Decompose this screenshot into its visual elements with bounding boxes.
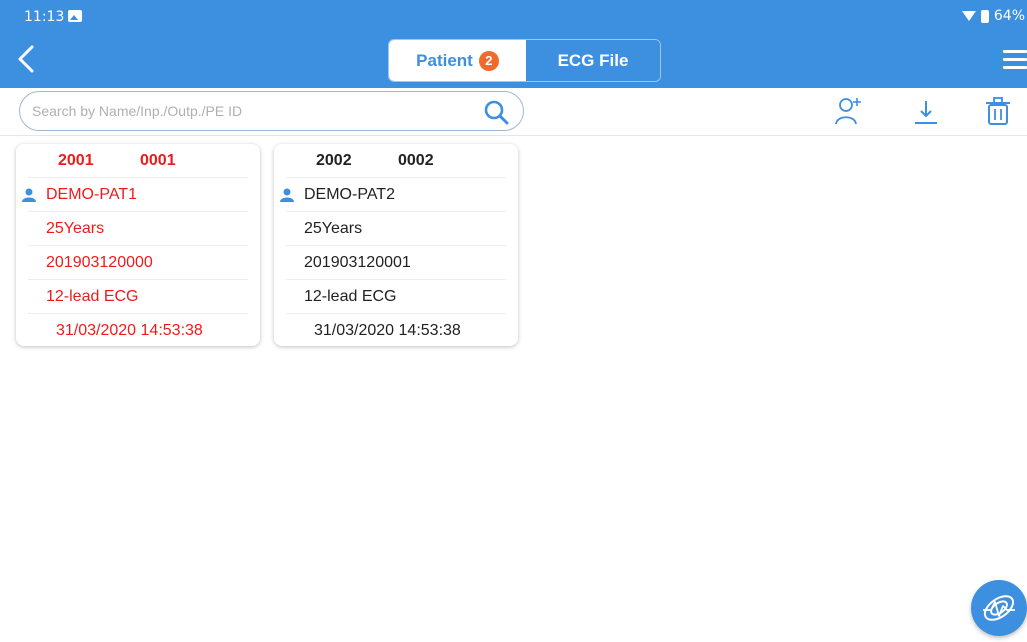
back-button[interactable] [14,44,40,74]
patient-number-row: 201903120001 [286,246,506,280]
search-box [19,91,524,131]
add-patient-icon[interactable] [834,96,864,126]
battery-icon [980,9,989,23]
app-root: 11:13 64% Patient 2 ECG File Search by N… [0,0,1027,642]
toolbar [0,88,1027,136]
patient-exam: 12-lead ECG [304,287,397,305]
patient-id-a: 2002 [316,151,352,169]
search-icon[interactable] [483,99,509,125]
patient-exam: 12-lead ECG [46,287,139,305]
patient-number: 201903120000 [46,253,153,271]
hamburger-icon-line [1003,50,1027,53]
patient-id-a: 2001 [58,151,94,169]
patient-age: 25Years [46,219,105,237]
tab-patient[interactable]: Patient 2 [389,40,526,81]
menu-button[interactable] [1003,50,1027,72]
image-notification-icon [68,10,82,22]
patient-ids: 2002 0002 [286,144,506,178]
patient-age-row: 25Years [286,212,506,246]
patient-age: 25Years [304,219,363,237]
patient-ids: 2001 0001 [28,144,248,178]
status-bar: 11:13 64% [0,0,1027,32]
ecg-device-icon [983,595,1015,621]
tab-ecg-file[interactable]: ECG File [526,40,660,81]
chevron-left-icon [18,45,34,73]
tab-patient-label: Patient [416,50,473,70]
patient-number: 201903120001 [304,253,411,271]
patient-name: DEMO-PAT1 [46,185,137,203]
hamburger-icon-line [1003,58,1027,61]
patient-id-b: 0002 [398,151,434,169]
app-header: 11:13 64% Patient 2 ECG File [0,0,1027,88]
patient-datetime-row: 31/03/2020 14:53:38 [28,314,248,348]
battery-level: 64% [993,8,1025,24]
search-input[interactable] [32,100,472,122]
patient-exam-row: 12-lead ECG [286,280,506,314]
patient-exam-row: 12-lead ECG [28,280,248,314]
patient-name-row: DEMO-PAT2 [280,178,506,212]
patient-age-row: 25Years [28,212,248,246]
patient-datetime-row: 31/03/2020 14:53:38 [286,314,506,348]
patient-name: DEMO-PAT2 [304,185,395,203]
hamburger-icon-line [1003,66,1027,69]
trash-icon[interactable] [983,96,1013,126]
status-right: 64% [961,8,1025,24]
patient-id-b: 0001 [140,151,176,169]
patient-datetime: 31/03/2020 14:53:38 [314,322,461,339]
floating-action-button[interactable] [971,580,1027,636]
tab-ecg-file-label: ECG File [557,50,629,70]
tab-switcher: Patient 2 ECG File [388,39,661,82]
patient-card[interactable]: 2002 0002 DEMO-PAT2 25Years 201903120001… [274,144,518,346]
person-icon [280,188,294,202]
patient-datetime: 31/03/2020 14:53:38 [56,322,203,339]
status-time: 11:13 [24,9,65,25]
wifi-icon [961,11,976,21]
patient-count-badge: 2 [478,50,499,71]
person-icon [22,188,36,202]
patient-card[interactable]: 2001 0001 DEMO-PAT1 25Years 201903120000… [16,144,260,346]
download-icon[interactable] [911,96,941,126]
patient-name-row: DEMO-PAT1 [22,178,248,212]
patient-number-row: 201903120000 [28,246,248,280]
